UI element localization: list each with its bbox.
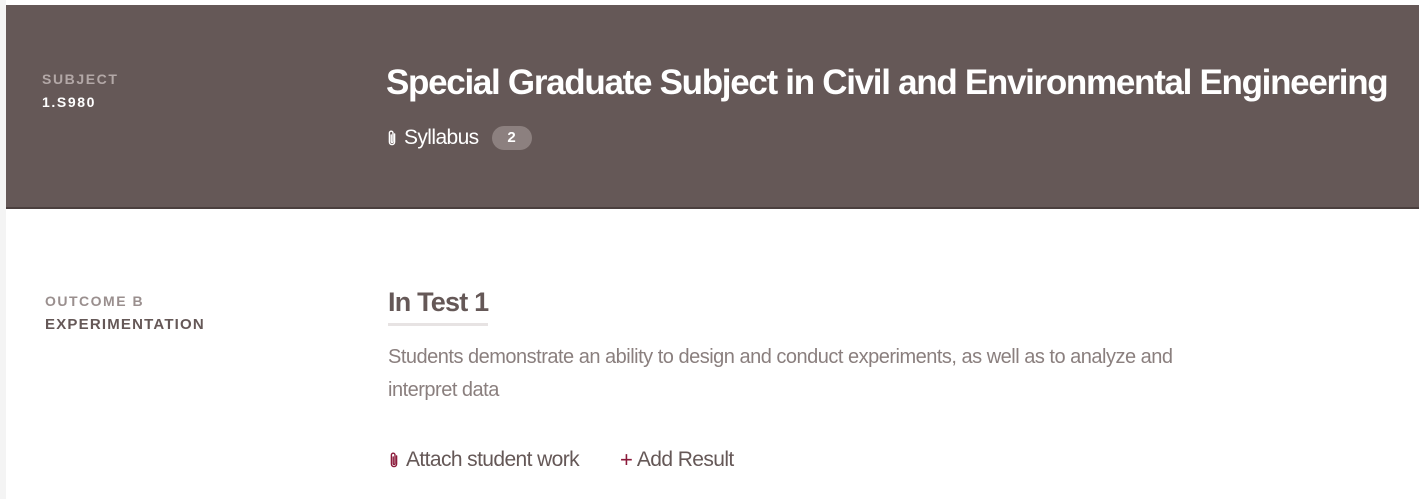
- plus-icon: +: [620, 447, 633, 472]
- syllabus-link[interactable]: Syllabus 2: [386, 125, 532, 151]
- subject-header: SUBJECT 1.S980 Special Graduate Subject …: [6, 5, 1419, 209]
- subject-meta: SUBJECT 1.S980: [42, 71, 119, 110]
- outcome-name: EXPERIMENTATION: [45, 316, 205, 333]
- paperclip-icon: [388, 130, 396, 146]
- attach-student-work-button[interactable]: Attach student work: [388, 446, 580, 474]
- add-result-label: Add Result: [636, 448, 734, 471]
- subject-kicker: SUBJECT: [42, 71, 119, 87]
- syllabus-count-badge: 2: [491, 126, 532, 150]
- outcome-description: Students demonstrate an ability to desig…: [388, 346, 1173, 401]
- paperclip-icon: [390, 452, 398, 468]
- result-title[interactable]: In Test 1: [388, 286, 489, 326]
- outcome-kicker: OUTCOME B: [45, 293, 145, 309]
- outcome-meta: OUTCOME B EXPERIMENTATION: [45, 293, 205, 333]
- subject-title: Special Graduate Subject in Civil and En…: [386, 63, 1389, 102]
- add-result-button[interactable]: + Add Result: [620, 446, 734, 474]
- outcome-actions: Attach student work + Add Result: [388, 446, 734, 474]
- page: SUBJECT 1.S980 Special Graduate Subject …: [0, 0, 1419, 499]
- subject-code: 1.S980: [42, 94, 96, 110]
- attach-student-work-label: Attach student work: [406, 448, 580, 471]
- syllabus-label: Syllabus: [404, 126, 479, 149]
